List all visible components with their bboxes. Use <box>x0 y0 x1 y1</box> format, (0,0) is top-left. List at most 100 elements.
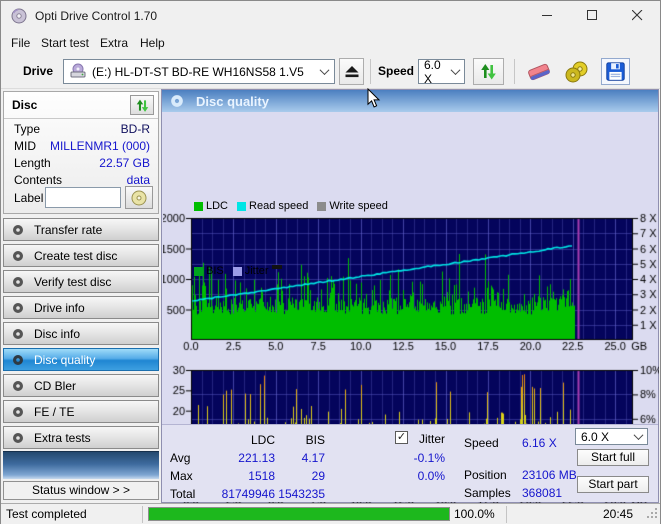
samples-stat-value: 368081 <box>522 486 563 500</box>
progress-percent: 100.0% <box>454 507 495 521</box>
app-window: Opti Drive Control 1.70 File Start test … <box>0 0 661 524</box>
sidebar-item-create-test-disc[interactable]: Create test disc <box>3 244 159 267</box>
disc-tools-button[interactable] <box>563 59 591 84</box>
chart2-legend: BIS Jitter <box>194 265 269 277</box>
chevron-down-icon <box>450 65 461 76</box>
label-input[interactable] <box>45 187 121 208</box>
menu-extra[interactable]: Extra <box>100 34 128 52</box>
max-row-label: Max <box>170 469 193 483</box>
title-bar: Opti Drive Control 1.70 <box>1 1 660 31</box>
speed-stat-value: 6.16 X <box>522 436 557 450</box>
drive-icon <box>70 63 86 81</box>
stats-panel: LDC BIS Avg 221.13 4.17 -0.1% Max 1518 2… <box>162 424 658 502</box>
sidebar-item-fe-te[interactable]: FE / TE <box>3 400 159 423</box>
clock-text: 20:45 <box>602 507 633 521</box>
menu-bar: File Start test Extra Help <box>1 31 660 53</box>
eraser-icon <box>528 63 550 80</box>
menu-start-test[interactable]: Start test <box>41 34 89 52</box>
sidebar-item-transfer-rate[interactable]: Transfer rate <box>3 218 159 241</box>
max-jitter-value: 0.0% <box>417 469 445 483</box>
disc-row-mid: MID MILLENMR1 (000) <box>14 139 150 153</box>
read-speed-swatch <box>237 201 247 211</box>
position-stat-label: Position <box>464 468 507 482</box>
mouse-cursor <box>367 87 382 112</box>
gold-discs-icon <box>565 61 588 82</box>
refresh-speeds-button[interactable] <box>473 58 504 85</box>
refresh-arrows-icon <box>136 99 148 112</box>
total-bis-value: 1543235 <box>278 487 325 501</box>
speed-stat-label: Speed <box>464 436 499 450</box>
window-title: Opti Drive Control 1.70 <box>35 9 158 23</box>
sidebar-item-verify-test-disc[interactable]: Verify test disc <box>3 270 159 293</box>
bis-column-header: BIS <box>305 433 325 447</box>
drive-select[interactable]: (E:) HL-DT-ST BD-RE WH16NS58 1.V5 <box>63 59 335 84</box>
sidebar-item-drive-info[interactable]: Drive info <box>3 296 159 319</box>
status-bar: Test completed 100.0% 20:45 <box>1 503 660 524</box>
position-stat-value: 23106 MB <box>522 468 577 482</box>
minimize-button[interactable] <box>525 1 570 30</box>
jitter-swatch <box>232 266 242 276</box>
total-row-label: Total <box>170 487 196 501</box>
resize-grip[interactable] <box>646 507 658 522</box>
disc-icon <box>171 95 183 107</box>
max-bis-value: 29 <box>311 469 325 483</box>
start-full-button[interactable]: Start full <box>577 449 649 466</box>
panel-header: Disc quality <box>162 90 658 112</box>
disc-icon <box>13 432 23 443</box>
drive-value: (E:) HL-DT-ST BD-RE WH16NS58 1.V5 <box>92 64 304 79</box>
status-text: Test completed <box>6 507 87 521</box>
menu-help[interactable]: Help <box>140 34 165 52</box>
sidebar-item-extra-tests[interactable]: Extra tests <box>3 426 159 449</box>
disc-icon <box>13 250 23 261</box>
close-button[interactable] <box>615 1 660 30</box>
test-speed-select[interactable]: 6.0 X <box>575 428 648 445</box>
speed-label: Speed <box>378 64 415 78</box>
avg-bis-value: 4.17 <box>301 451 325 465</box>
divider <box>142 506 143 523</box>
write-label-button[interactable] <box>125 186 153 209</box>
refresh-disc-button[interactable] <box>130 95 154 115</box>
drive-label: Drive <box>23 64 54 78</box>
disc-icon <box>13 380 23 391</box>
avg-row-label: Avg <box>170 451 191 465</box>
progress-fill <box>149 508 449 520</box>
jitter-checkbox-label: Jitter <box>419 432 446 446</box>
disc-panel-title: Disc <box>12 98 38 112</box>
jitter-checkbox[interactable]: ✓ <box>395 431 408 444</box>
toolbar: Drive (E:) HL-DT-ST BD-RE WH16NS58 1.V5 … <box>1 53 660 89</box>
disc-icon <box>13 328 23 339</box>
chart1-legend: LDC Read speed Write speed <box>194 200 388 212</box>
chevron-down-icon <box>319 65 330 76</box>
jitter-scale-marker <box>272 265 282 269</box>
eject-icon <box>345 66 358 78</box>
sidebar-item-disc-quality[interactable]: Disc quality <box>3 348 159 371</box>
sidebar-item-cd-bler[interactable]: CD Bler <box>3 374 159 397</box>
chevron-down-icon <box>633 430 644 441</box>
disc-icon <box>13 302 23 313</box>
speed-value: 6.0 X <box>424 57 441 86</box>
avg-ldc-value: 221.13 <box>238 451 275 465</box>
start-part-button[interactable]: Start part <box>577 476 649 493</box>
write-speed-swatch <box>317 201 327 211</box>
disc-icon <box>13 354 23 365</box>
cd-icon <box>131 190 147 205</box>
eject-button[interactable] <box>339 58 364 85</box>
divider <box>506 506 507 523</box>
avg-jitter-value: -0.1% <box>413 451 445 465</box>
maximize-button[interactable] <box>570 1 615 30</box>
erase-disc-button[interactable] <box>525 59 553 84</box>
bis-swatch <box>194 266 203 276</box>
ldc-column-header: LDC <box>250 433 275 447</box>
ldc-read-speed-chart <box>163 212 659 352</box>
disc-quality-panel: Disc quality LDC Read speed Write speed … <box>161 89 659 512</box>
disc-row-type: Type BD-R <box>14 122 150 136</box>
sidebar-item-disc-info[interactable]: Disc info <box>3 322 159 345</box>
status-window-button[interactable]: Status window > > <box>3 481 159 500</box>
total-ldc-value: 81749946 <box>221 487 275 501</box>
speed-select[interactable]: 6.0 X <box>418 57 465 86</box>
samples-stat-label: Samples <box>464 486 511 500</box>
save-button[interactable] <box>601 58 630 85</box>
disc-row-length: Length 22.57 GB <box>14 156 150 170</box>
disc-icon <box>13 406 23 417</box>
menu-file[interactable]: File <box>11 34 30 52</box>
